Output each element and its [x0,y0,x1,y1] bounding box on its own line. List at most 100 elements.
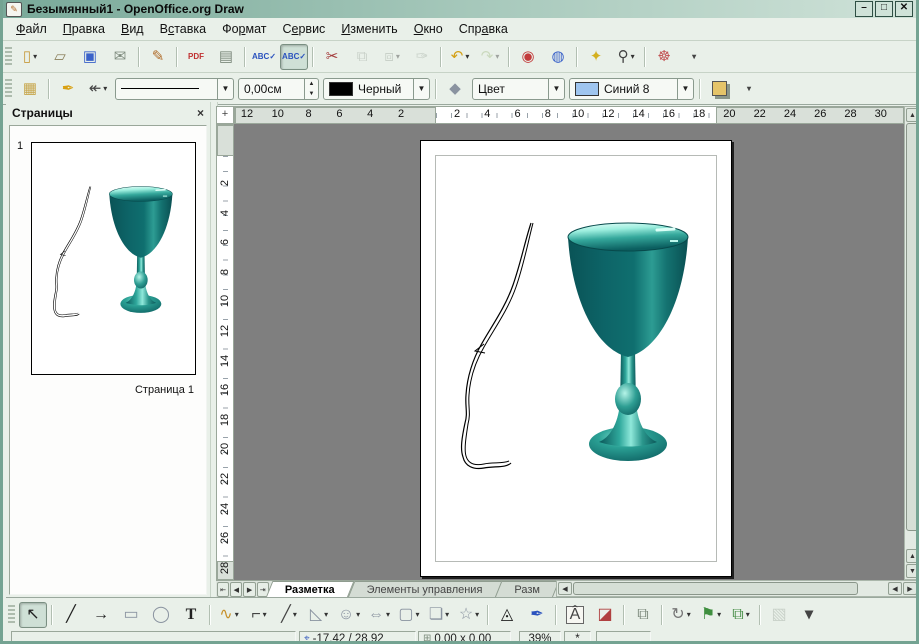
new-document-dropdown-icon[interactable]: ▾ [33,52,37,61]
menu-правка[interactable]: Правка [55,20,113,38]
arrange-dropdown-icon[interactable]: ▾ [746,610,750,619]
text-tool-icon[interactable]: T [177,602,205,628]
cut-icon[interactable]: ✂ [318,44,346,70]
styles-grid-icon[interactable]: ▦ [16,76,44,102]
line-color-combo[interactable]: Черный ▼ [323,78,430,100]
horizontal-scrollbar[interactable]: ◀ ◀ ▶ [556,580,919,597]
edit-points-icon[interactable]: ◬ [493,602,521,628]
redo-dropdown-icon[interactable]: ▾ [495,52,499,61]
callouts-icon[interactable]: ❏▾ [425,602,453,628]
titlebar[interactable]: ✎ Безымянный1 - OpenOffice.org Draw – □ … [3,0,916,18]
scroll-left-icon[interactable]: ◀ [888,582,902,595]
basic-shapes-icon[interactable]: ◺▾ [305,602,333,628]
lines-arrows-tool-icon[interactable]: ╱▾ [275,602,303,628]
undo-dropdown-icon[interactable]: ▾ [465,52,469,61]
menu-вставка[interactable]: Вставка [152,20,214,38]
arrow-style-dropdown-icon[interactable]: ▾ [103,84,107,93]
toolbar-more-icon[interactable]: ▾ [680,44,708,70]
alignment-icon[interactable]: ⚑▾ [697,602,725,628]
zoom-icon[interactable]: ⚲▾ [612,44,640,70]
export-pdf-icon[interactable]: PDF [182,44,210,70]
status-zoom-field[interactable]: 39% [519,631,561,641]
auto-spellcheck-icon[interactable]: ABC✓ [280,44,308,70]
toolbar-grip[interactable] [8,605,15,625]
fontwork-gallery-icon[interactable]: Â [561,602,589,628]
open-folder-icon[interactable]: ▱ [46,44,74,70]
vertical-scroll-thumb[interactable] [906,123,919,531]
email-icon[interactable]: ✉ [106,44,134,70]
toolbar3-more-icon[interactable]: ▾ [795,602,823,628]
ellipse-tool-icon[interactable]: ◯ [147,602,175,628]
tab-разметка[interactable]: Разметка [269,581,351,598]
arrange-icon[interactable]: ⧉▾ [727,602,755,628]
edit-geometry-icon[interactable]: ✒ [54,76,82,102]
first-page-button[interactable]: ⇤ [217,582,229,597]
next-page-button[interactable]: ▶ [243,582,255,597]
callouts-dropdown-icon[interactable]: ▾ [445,610,449,619]
block-arrows-icon[interactable]: ⇔▾ [365,602,393,628]
chevron-down-icon[interactable]: ▼ [413,79,429,99]
horizontal-ruler[interactable]: 121086422468101214161820222426283032 [234,106,904,124]
goblet-and-curve-drawing[interactable] [421,141,731,576]
fill-type-combo[interactable]: Цвет ▼ [472,78,565,100]
menu-вид[interactable]: Вид [113,20,152,38]
chevron-down-icon[interactable]: ▼ [217,79,233,99]
menu-файл[interactable]: Файл [8,20,55,38]
fill-color-combo[interactable]: Синий 8 ▼ [569,78,694,100]
vertical-scrollbar[interactable]: ▲ ▲ ▼ [904,106,919,580]
basic-shapes-dropdown-icon[interactable]: ▾ [324,610,328,619]
horizontal-scroll-thumb[interactable] [573,582,858,595]
curve-tool-dropdown-icon[interactable]: ▾ [235,610,239,619]
spin-down-icon[interactable]: ▼ [305,89,318,99]
toolbar-grip[interactable] [5,79,12,99]
rectangle-tool-icon[interactable]: ▭ [117,602,145,628]
prev-page-button[interactable]: ◀ [230,582,242,597]
menu-формат[interactable]: Формат [214,20,274,38]
chevron-down-icon[interactable]: ▼ [677,79,693,99]
glue-points-icon[interactable]: ✒ [523,602,551,628]
scroll-right-icon[interactable]: ▶ [903,582,917,595]
flowchart-icon[interactable]: ▢▾ [395,602,423,628]
lines-arrows-tool-dropdown-icon[interactable]: ▾ [293,610,297,619]
select-tool-icon[interactable]: ↖ [19,602,47,628]
spin-up-icon[interactable]: ▲ [305,79,318,89]
curve-tool-icon[interactable]: ∿▾ [215,602,243,628]
new-document-icon[interactable]: ▯▾ [16,44,44,70]
line-width-spinner[interactable]: 0,00см ▲ ▼ [238,78,319,100]
menu-изменить[interactable]: Изменить [333,20,405,38]
rotate-dropdown-icon[interactable]: ▾ [687,610,691,619]
close-icon[interactable]: × [197,106,204,120]
menu-сервис[interactable]: Сервис [275,20,334,38]
scroll-down-icon[interactable]: ▼ [906,564,919,578]
connector-tool-dropdown-icon[interactable]: ▾ [263,610,267,619]
symbol-shapes-icon[interactable]: ☺▾ [335,602,363,628]
line-style-combo[interactable]: ▼ [115,78,234,100]
tab-разм[interactable]: Разм [498,581,556,598]
toolbar-grip[interactable] [5,47,12,67]
alignment-dropdown-icon[interactable]: ▾ [717,610,721,619]
stars-dropdown-icon[interactable]: ▾ [475,610,479,619]
line-tool-icon[interactable]: ╱ [57,602,85,628]
menu-окно[interactable]: Окно [406,20,451,38]
close-button[interactable]: ✕ [895,1,913,17]
spellcheck-icon[interactable]: ABC✓ [250,44,278,70]
drawing-page[interactable] [420,140,732,577]
connector-tool-icon[interactable]: ⌐▾ [245,602,273,628]
gallery-icon[interactable]: ⧉ [629,602,657,628]
stars-icon[interactable]: ☆▾ [455,602,483,628]
rotate-icon[interactable]: ↻▾ [667,602,695,628]
ruler-corner[interactable]: + [216,106,234,124]
chevron-down-icon[interactable]: ▼ [548,79,564,99]
arrow-style-icon[interactable]: ↞▾ [84,76,112,102]
web-document-icon[interactable]: ◍ [544,44,572,70]
vertical-ruler[interactable]: 246810121416182022242628 [216,124,234,580]
menu-справка[interactable]: Справка [451,20,516,38]
scroll-up-icon[interactable]: ▲ [906,108,919,122]
navigator-icon[interactable]: ✦ [582,44,610,70]
scroll-up-icon[interactable]: ▲ [906,549,919,563]
toolbar2-more-icon[interactable]: ▾ [735,76,763,102]
hyperlink-icon[interactable]: ◉ [514,44,542,70]
insert-picture-icon[interactable]: ◪ [591,602,619,628]
symbol-shapes-dropdown-icon[interactable]: ▾ [356,610,360,619]
area-fill-icon[interactable]: ◆ [441,76,469,102]
